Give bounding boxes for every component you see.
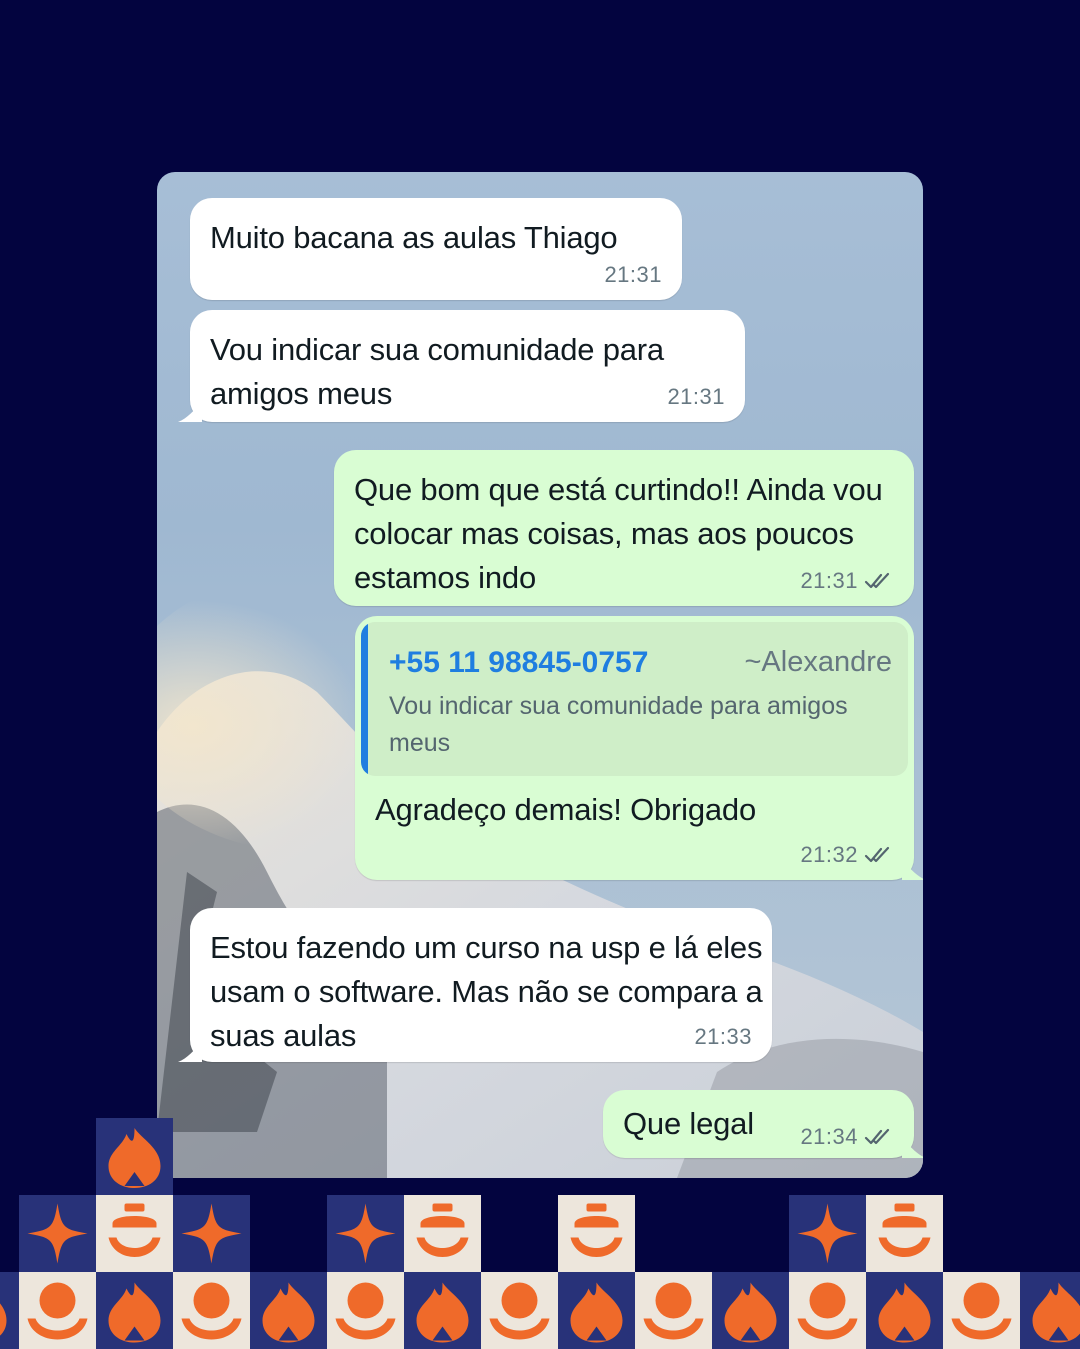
message-time: 21:31	[667, 384, 725, 409]
message-time: 21:31	[800, 568, 894, 594]
message-time: 21:34	[800, 1124, 894, 1150]
message-text: Muito bacana as aulas Thiago	[210, 220, 618, 255]
message-bubble-incoming[interactable]: Vou indicar sua comunidade para amigos m…	[178, 310, 745, 422]
message-time: 21:31	[604, 262, 662, 287]
bubble-tail	[902, 860, 923, 880]
chat-window: Muito bacana as aulas Thiago 21:31 Vou i…	[157, 172, 923, 1178]
message-bubble-outgoing[interactable]: Que bom que está curtindo!! Ainda vou co…	[334, 450, 914, 606]
message-text: Agradeço demais! Obrigado	[375, 792, 757, 827]
double-check-icon	[864, 572, 890, 589]
quoted-sender-phone: +55 11 98845-0757	[389, 646, 649, 679]
bubble-tail	[902, 1138, 923, 1158]
message-bubble-outgoing-reply[interactable]: +55 11 98845-0757 ~Alexandre Vou indicar…	[355, 616, 923, 880]
message-text: Estou fazendo um curso na usp e lá eles …	[210, 930, 763, 1053]
message-bubble-outgoing[interactable]: Que legal 21:34	[603, 1090, 923, 1158]
quoted-sender-alias: ~Alexandre	[744, 646, 892, 678]
quoted-message[interactable]: +55 11 98845-0757 ~Alexandre Vou indicar…	[361, 622, 908, 776]
message-time: 21:32	[800, 842, 894, 868]
double-check-icon	[864, 1128, 890, 1145]
bubble-tail	[178, 1042, 202, 1062]
message-time: 21:33	[694, 1024, 752, 1049]
double-check-icon	[864, 846, 890, 863]
bubble-tail	[178, 402, 202, 422]
quoted-text: Vou indicar sua comunidade para amigos m…	[389, 692, 848, 757]
message-bubble-incoming[interactable]: Estou fazendo um curso na usp e lá eles …	[178, 908, 772, 1062]
quote-accent-bar	[361, 622, 368, 776]
message-bubble-incoming[interactable]: Muito bacana as aulas Thiago 21:31	[190, 198, 682, 300]
message-text: Vou indicar sua comunidade para amigos m…	[210, 332, 664, 411]
